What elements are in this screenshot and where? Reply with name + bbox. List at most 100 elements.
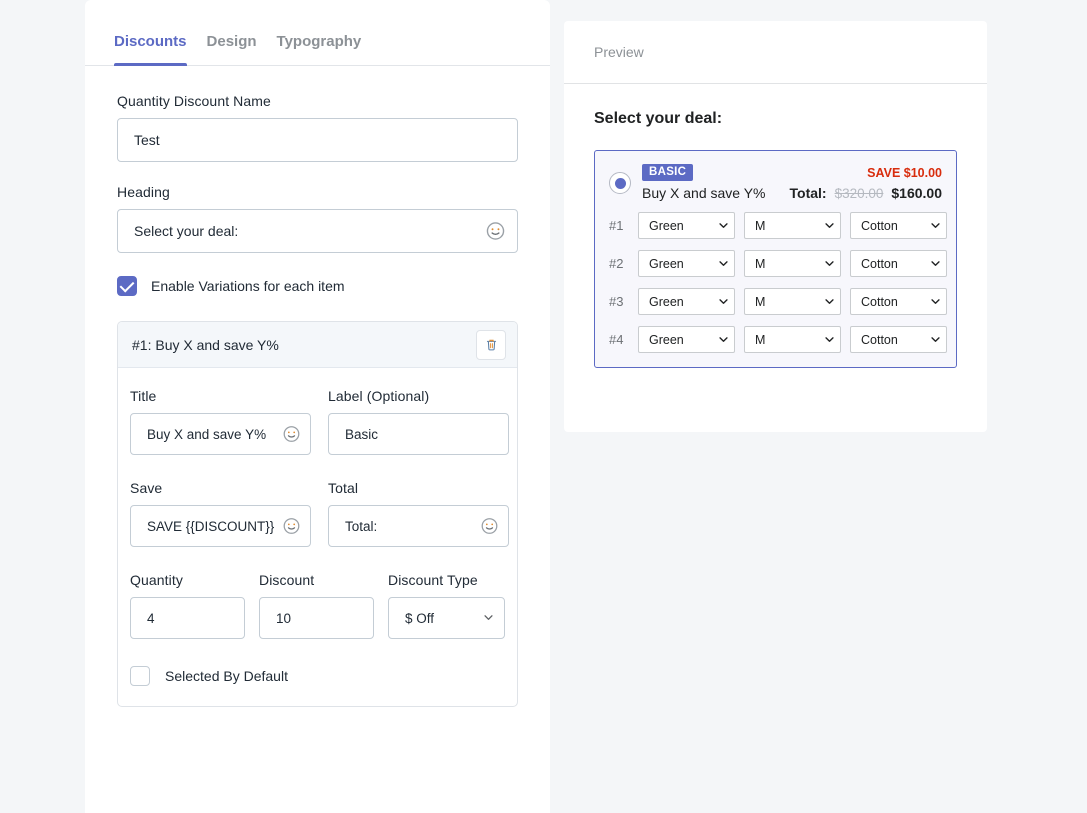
deal-final-price: $160.00 [891,185,942,201]
variation-row: #3 Green M [609,288,942,315]
total-label: Total [328,480,509,496]
save-field-group: Save [130,480,311,547]
preview-header: Preview [564,21,987,84]
smiley-icon[interactable] [485,221,506,242]
optional-label-label: Label (Optional) [328,388,509,404]
variation-index: #4 [609,332,629,347]
discount-item-header: #1: Buy X and save Y% [118,322,517,368]
variation-size-select[interactable]: M [744,250,841,277]
variation-color-field: Green [638,250,735,277]
variation-material-field: Cotton [850,326,947,353]
deal-name: Buy X and save Y% [642,185,765,201]
preview-heading-text: Select your deal: [594,110,957,128]
editor-body: Quantity Discount Name Heading [85,66,550,707]
quantity-discount-row: Quantity Discount Discount Type $ Off [130,572,505,639]
selected-by-default-label: Selected By Default [165,668,288,684]
variation-material-select[interactable]: Cotton [850,326,947,353]
selected-by-default-checkbox[interactable] [130,666,150,686]
variation-size-select[interactable]: M [744,326,841,353]
variation-row: #4 Green M [609,326,942,353]
discount-type-field: $ Off % Off [388,597,505,639]
variation-index: #1 [609,218,629,233]
deal-badge: BASIC [642,164,693,181]
variation-color-select[interactable]: Green [638,288,735,315]
deal-option-card[interactable]: BASIC SAVE $10.00 Buy X and save Y% Tota… [594,150,957,368]
save-total-row: Save [130,480,505,547]
variation-size-select[interactable]: M [744,212,841,239]
smiley-icon[interactable] [282,425,301,444]
variation-rows: #1 Green M [609,212,942,353]
discount-field-group: Discount [259,572,374,639]
title-label-row: Title [130,388,505,455]
save-field [130,505,311,547]
variation-size-field: M [744,212,841,239]
preview-label: Preview [594,44,644,60]
smiley-icon[interactable] [480,517,499,536]
deal-badge-row: BASIC SAVE $10.00 [642,164,942,181]
total-field-group: Total [328,480,509,547]
smiley-icon[interactable] [282,517,301,536]
quantity-field-group: Quantity [130,572,245,639]
deal-original-price: $320.00 [835,186,884,201]
variation-material-select[interactable]: Cotton [850,288,947,315]
tab-typography[interactable]: Typography [267,33,372,65]
delete-discount-button[interactable] [476,330,506,360]
tab-design[interactable]: Design [197,33,267,65]
variation-row: #1 Green M [609,212,942,239]
quantity-label: Quantity [130,572,245,588]
discount-item-body: Title [118,368,517,706]
editor-tabs: Discounts Design Typography [85,0,550,66]
variation-index: #3 [609,294,629,309]
deal-info: BASIC SAVE $10.00 Buy X and save Y% Tota… [642,164,942,201]
quantity-input[interactable] [130,597,245,639]
preview-panel: Preview Select your deal: BASIC SAVE $10… [564,21,987,432]
deal-summary: BASIC SAVE $10.00 Buy X and save Y% Tota… [609,164,942,201]
deal-radio-button[interactable] [609,172,631,194]
selected-by-default-row[interactable]: Selected By Default [130,666,505,686]
deal-totals: Total: $320.00 $160.00 [790,185,943,201]
heading-input[interactable] [117,209,518,253]
variation-size-field: M [744,250,841,277]
enable-variations-checkbox[interactable] [117,276,137,296]
variation-size-select[interactable]: M [744,288,841,315]
variation-index: #2 [609,256,629,271]
discount-item-card: #1: Buy X and save Y% Title [117,321,518,707]
variation-material-field: Cotton [850,212,947,239]
title-field [130,413,311,455]
variation-size-field: M [744,288,841,315]
radio-inner-dot [615,178,626,189]
discount-type-label: Discount Type [388,572,505,588]
total-field [328,505,509,547]
variation-material-select[interactable]: Cotton [850,212,947,239]
optional-label-field-group: Label (Optional) [328,388,509,455]
discount-item-title: #1: Buy X and save Y% [132,337,279,353]
variation-row: #2 Green M [609,250,942,277]
variation-color-field: Green [638,326,735,353]
enable-variations-label: Enable Variations for each item [151,278,345,294]
variation-color-select[interactable]: Green [638,250,735,277]
preview-body: Select your deal: BASIC SAVE $10.00 Buy … [564,84,987,368]
title-label: Title [130,388,311,404]
deal-total-label: Total: [790,185,827,201]
enable-variations-row[interactable]: Enable Variations for each item [117,276,518,296]
trash-icon [484,337,499,352]
variation-color-select[interactable]: Green [638,212,735,239]
deal-name-row: Buy X and save Y% Total: $320.00 $160.00 [642,185,942,201]
save-label: Save [130,480,311,496]
tab-discounts[interactable]: Discounts [104,33,197,65]
variation-material-field: Cotton [850,250,947,277]
optional-label-input[interactable] [328,413,509,455]
variation-color-field: Green [638,212,735,239]
quantity-discount-name-label: Quantity Discount Name [117,93,518,109]
variation-color-field: Green [638,288,735,315]
discount-input[interactable] [259,597,374,639]
quantity-discount-name-input[interactable] [117,118,518,162]
page-root: Discounts Design Typography Quantity Dis… [0,0,1087,813]
variation-material-select[interactable]: Cotton [850,250,947,277]
heading-label: Heading [117,184,518,200]
discount-label: Discount [259,572,374,588]
discount-type-select[interactable]: $ Off % Off [388,597,505,639]
variation-color-select[interactable]: Green [638,326,735,353]
deal-save-text: SAVE $10.00 [867,166,942,180]
variation-material-field: Cotton [850,288,947,315]
